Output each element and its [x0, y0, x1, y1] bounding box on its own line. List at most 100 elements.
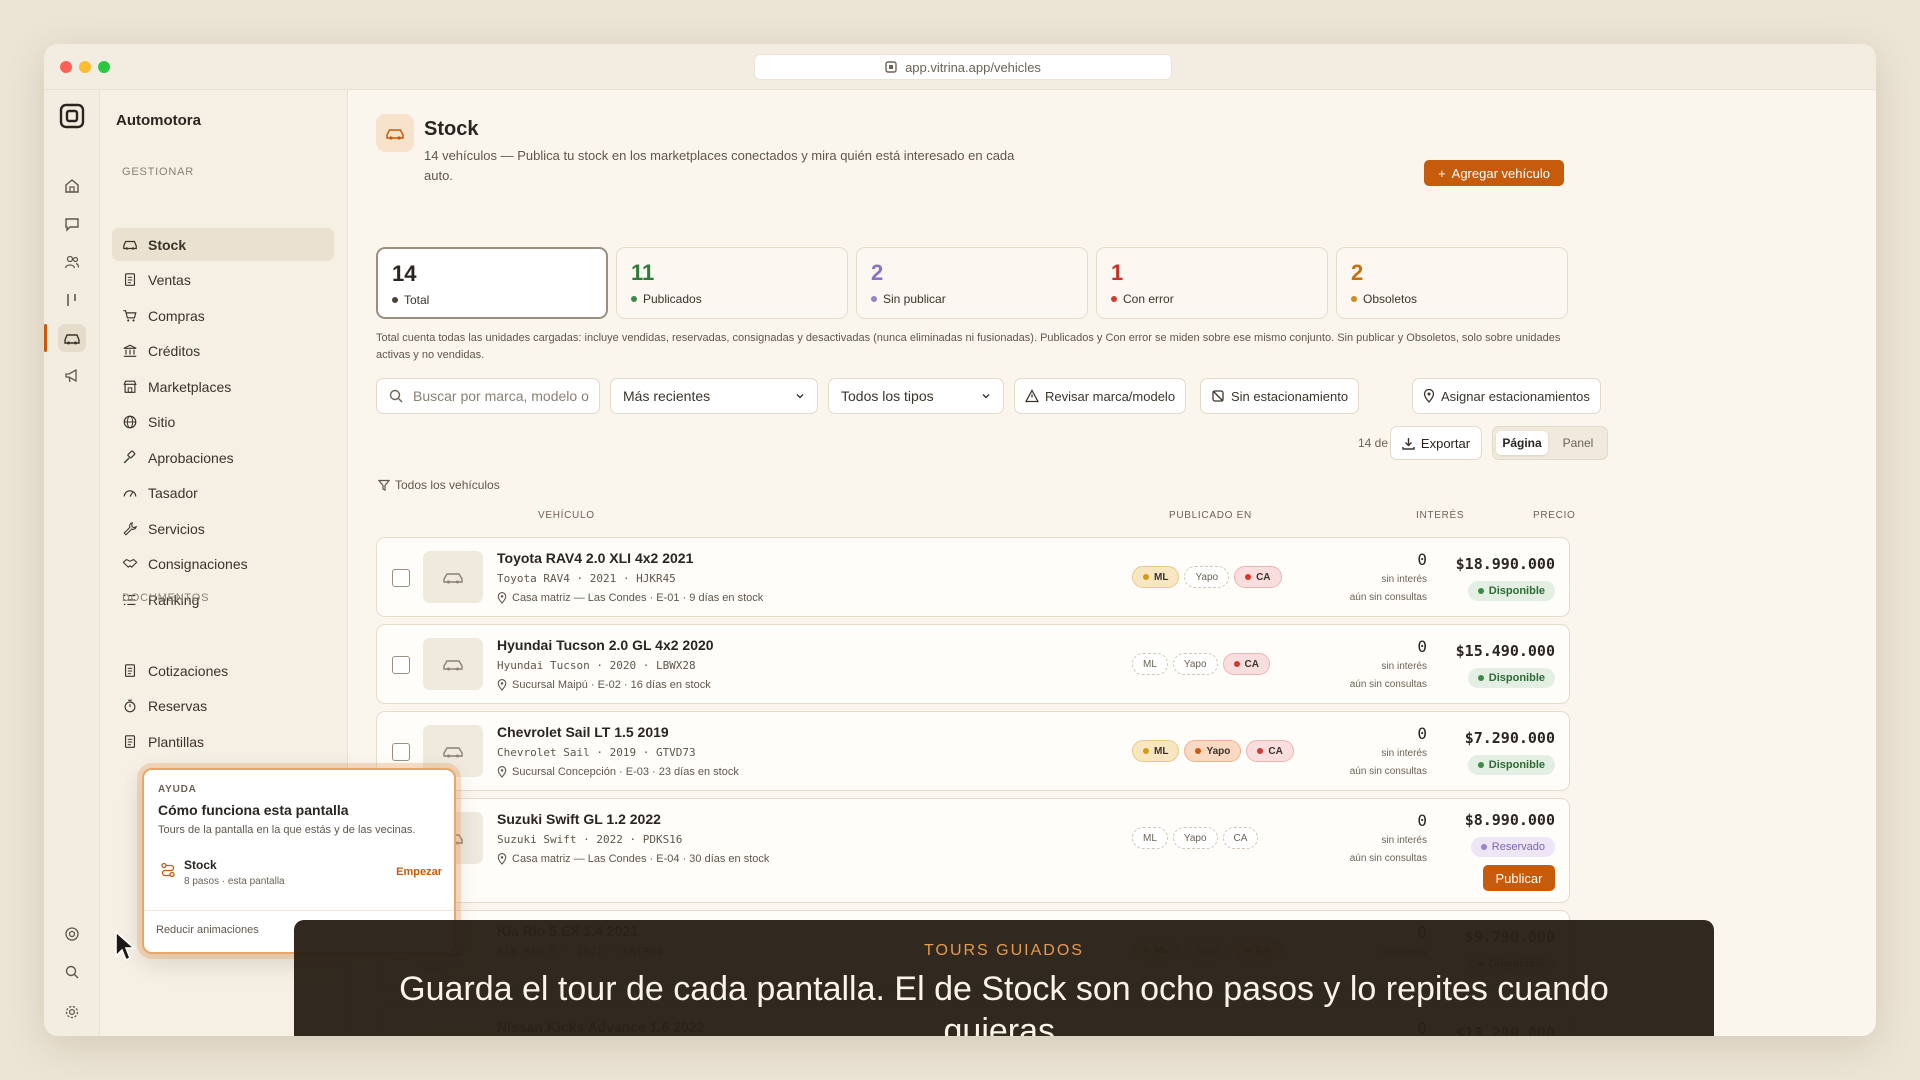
- table-row[interactable]: Chevrolet Sail LT 1.5 2019 Chevrolet Sail…: [376, 711, 1570, 791]
- marketplace-pill-ca[interactable]: CA: [1234, 566, 1282, 588]
- stat-card-total[interactable]: 14 Total: [376, 247, 608, 319]
- pill-label: CA: [1256, 571, 1271, 583]
- type-select[interactable]: Todos los tipos: [828, 378, 1004, 414]
- sidebar-item-label: Ventas: [148, 272, 191, 288]
- view-page-tab[interactable]: Página: [1496, 431, 1548, 455]
- tour-steps: 8 pasos · esta pantalla: [184, 876, 285, 887]
- marketplace-pill-ml[interactable]: ML: [1132, 653, 1168, 675]
- vehicle-name[interactable]: Hyundai Tucson 2.0 GL 4x2 2020: [497, 637, 714, 653]
- document-icon: [124, 273, 136, 286]
- pill-label: ML: [1154, 745, 1169, 757]
- address-bar[interactable]: app.vitrina.app/vehicles: [754, 54, 1172, 80]
- vehicle-location: Sucursal Maipú · E-02 · 16 días en stock: [497, 679, 711, 691]
- sidebar-item-compras[interactable]: Compras: [112, 299, 334, 332]
- marketplace-pill-ml[interactable]: ML: [1132, 566, 1180, 588]
- stat-card-sin-publicar[interactable]: 2 Sin publicar: [856, 247, 1088, 319]
- sidebar-item-consignaciones[interactable]: Consignaciones: [112, 548, 334, 581]
- assign-parking-button[interactable]: Asignar estacionamientos: [1412, 378, 1601, 414]
- sidebar-item-reservas[interactable]: Reservas: [112, 690, 334, 723]
- vehicle-name[interactable]: Toyota RAV4 2.0 XLI 4x2 2021: [497, 550, 693, 566]
- filter-icon: [378, 479, 390, 491]
- close-window-button[interactable]: [60, 61, 72, 73]
- row-checkbox[interactable]: [392, 743, 410, 761]
- status-badge: Disponible: [1467, 668, 1555, 688]
- publish-button[interactable]: Publicar: [1483, 865, 1555, 891]
- table-row[interactable]: Suzuki Swift GL 1.2 2022 Suzuki Swift · 2…: [376, 798, 1570, 903]
- sidebar-item-creditos[interactable]: Créditos: [112, 335, 334, 368]
- review-make-model-button[interactable]: Revisar marca/modelo: [1014, 378, 1187, 414]
- type-value: Todos los tipos: [841, 388, 934, 404]
- row-checkbox[interactable]: [392, 656, 410, 674]
- view-panel-tab[interactable]: Panel: [1552, 431, 1604, 455]
- sidebar-item-cotizaciones[interactable]: Cotizaciones: [112, 654, 334, 687]
- marketplace-pill-ml[interactable]: ML: [1132, 827, 1168, 849]
- search-input[interactable]: Buscar por marca, modelo o: [376, 378, 600, 414]
- stat-card-obsoletos[interactable]: 2 Obsoletos: [1336, 247, 1568, 319]
- sidebar-item-plantillas[interactable]: Plantillas: [112, 725, 334, 758]
- vehicle-name[interactable]: Suzuki Swift GL 1.2 2022: [497, 811, 661, 827]
- vehicle-name[interactable]: Chevrolet Sail LT 1.5 2019: [497, 724, 669, 740]
- marketplace-pill-ca[interactable]: CA: [1246, 740, 1294, 762]
- sidebar-item-aprobaciones[interactable]: Aprobaciones: [112, 441, 334, 474]
- interest-label: sin interés: [1381, 574, 1427, 585]
- location-text: Casa matriz — Las Condes · E-04 · 30 día…: [512, 853, 770, 865]
- lifebuoy-icon[interactable]: [58, 920, 86, 948]
- pipeline-icon[interactable]: [58, 286, 86, 314]
- warning-icon: [1025, 389, 1039, 403]
- no-parking-button[interactable]: Sin estacionamiento: [1200, 378, 1360, 414]
- maximize-window-button[interactable]: [98, 61, 110, 73]
- megaphone-icon[interactable]: [58, 362, 86, 390]
- sidebar-item-stock[interactable]: Stock: [112, 228, 334, 261]
- sort-select[interactable]: Más recientes: [610, 378, 818, 414]
- status-badge: Disponible: [1467, 581, 1555, 601]
- row-checkbox[interactable]: [392, 569, 410, 587]
- status-dot: [1195, 748, 1202, 754]
- filter-chip[interactable]: Todos los vehículos: [378, 478, 500, 492]
- marketplace-pill-ml[interactable]: ML: [1132, 740, 1180, 762]
- interest-sub: aún sin consultas: [1349, 592, 1427, 603]
- sidebar-item-label: Sitio: [148, 414, 176, 430]
- handshake-icon: [122, 558, 138, 568]
- export-button[interactable]: Exportar: [1390, 426, 1482, 460]
- tour-item[interactable]: Stock 8 pasos · esta pantalla Empezar: [158, 856, 444, 896]
- sidebar-item-tasador[interactable]: Tasador: [112, 477, 334, 510]
- sidebar-item-label: Tasador: [148, 485, 198, 501]
- status-badge: Reservado: [1470, 837, 1555, 857]
- marketplace-pill-yapo[interactable]: Yapo: [1172, 827, 1218, 849]
- table-row[interactable]: Hyundai Tucson 2.0 GL 4x2 2020 Hyundai Tu…: [376, 624, 1570, 704]
- globe-icon: [123, 415, 137, 429]
- bank-icon: [123, 344, 137, 357]
- start-tour-button[interactable]: Empezar: [396, 866, 442, 878]
- app-logo-icon[interactable]: [58, 102, 86, 130]
- car-icon[interactable]: [58, 324, 86, 352]
- marketplace-pill-yapo[interactable]: Yapo: [1172, 653, 1218, 675]
- pill-label: Yapo: [1183, 658, 1207, 670]
- minimize-window-button[interactable]: [79, 61, 91, 73]
- contacts-icon[interactable]: [58, 248, 86, 276]
- sidebar-item-ventas[interactable]: Ventas: [112, 264, 334, 297]
- sidebar-item-sitio[interactable]: Sitio: [112, 406, 334, 439]
- mouse-pointer-icon: [115, 930, 137, 962]
- route-icon: [161, 862, 175, 878]
- stat-card-publicados[interactable]: 11 Publicados: [616, 247, 848, 319]
- sidebar-item-marketplaces[interactable]: Marketplaces: [112, 370, 334, 403]
- status-dot: [1477, 762, 1484, 768]
- marketplace-pill-ca[interactable]: CA: [1222, 653, 1270, 675]
- marketplace-pill-ca[interactable]: CA: [1222, 827, 1259, 849]
- status-text: Disponible: [1488, 759, 1545, 771]
- wrench-icon: [123, 521, 137, 536]
- home-icon[interactable]: [58, 172, 86, 200]
- marketplace-pill-yapo[interactable]: Yapo: [1184, 740, 1242, 762]
- table-row[interactable]: Toyota RAV4 2.0 XLI 4x2 2021 Toyota RAV4 …: [376, 537, 1570, 617]
- interest-count: 0: [1417, 637, 1427, 656]
- marketplace-pill-yapo[interactable]: Yapo: [1184, 566, 1230, 588]
- vehicle-price: $18.990.000: [1455, 555, 1555, 573]
- stat-value: 14: [392, 261, 417, 286]
- gear-icon[interactable]: [58, 998, 86, 1026]
- search-icon[interactable]: [58, 958, 86, 986]
- messages-icon[interactable]: [58, 210, 86, 238]
- stat-card-con-error[interactable]: 1 Con error: [1096, 247, 1328, 319]
- add-vehicle-button[interactable]: + Agregar vehículo: [1424, 160, 1564, 186]
- sidebar-item-servicios[interactable]: Servicios: [112, 512, 334, 545]
- stat-value: 1: [1111, 260, 1124, 285]
